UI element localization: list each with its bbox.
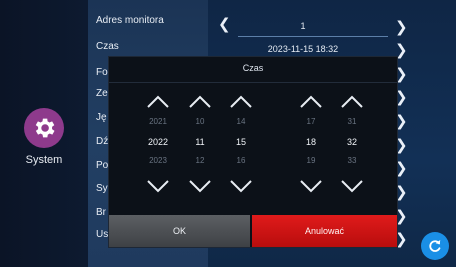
hour-selected[interactable]: 18 xyxy=(294,137,328,147)
cancel-button[interactable]: Anulować xyxy=(252,215,397,247)
menu-item-10[interactable]: Us xyxy=(96,229,108,240)
year-selected[interactable]: 2022 xyxy=(141,137,175,147)
gear-icon xyxy=(35,118,55,138)
chevron-down-icon[interactable] xyxy=(229,179,253,193)
menu-item-8[interactable]: Sy xyxy=(96,183,108,194)
menu-item-4[interactable]: Ze xyxy=(96,88,108,99)
system-label: System xyxy=(25,154,63,166)
refresh-icon xyxy=(429,240,441,252)
ok-button[interactable]: OK xyxy=(109,215,250,247)
chevron-down-icon[interactable] xyxy=(146,179,170,193)
chevron-up-icon[interactable] xyxy=(188,95,212,109)
menu-item-9[interactable]: Br xyxy=(96,207,106,218)
day-next[interactable]: 16 xyxy=(224,156,258,165)
menu-item-5[interactable]: Ję xyxy=(96,112,107,123)
time-picker-dialog: Czas 2021 2022 2023 10 11 12 14 15 16 17 xyxy=(108,56,398,248)
left-panel: System xyxy=(0,0,88,267)
hour-prev[interactable]: 17 xyxy=(294,117,328,126)
chevron-down-icon[interactable] xyxy=(299,179,323,193)
monitor-address-value: 1 xyxy=(300,21,306,31)
chevron-right-icon[interactable]: ❯ xyxy=(395,20,408,35)
value-underline xyxy=(238,36,388,37)
minute-next[interactable]: 33 xyxy=(335,156,369,165)
year-prev[interactable]: 2021 xyxy=(141,117,175,126)
day-selected[interactable]: 15 xyxy=(224,137,258,147)
chevron-down-icon[interactable] xyxy=(340,179,364,193)
menu-item-6[interactable]: Dź xyxy=(96,136,108,147)
month-next[interactable]: 12 xyxy=(183,156,217,165)
menu-item-7[interactable]: Po xyxy=(96,160,108,171)
hour-next[interactable]: 19 xyxy=(294,156,328,165)
menu-item-time[interactable]: Czas xyxy=(96,41,119,52)
month-prev[interactable]: 10 xyxy=(183,117,217,126)
chevron-down-icon[interactable] xyxy=(188,179,212,193)
minute-prev[interactable]: 31 xyxy=(335,117,369,126)
chevron-left-icon[interactable]: ❮ xyxy=(218,17,231,32)
year-next[interactable]: 2023 xyxy=(141,156,175,165)
system-category-button[interactable] xyxy=(24,108,64,148)
minute-selected[interactable]: 32 xyxy=(335,137,369,147)
chevron-up-icon[interactable] xyxy=(146,95,170,109)
refresh-button[interactable] xyxy=(421,232,449,260)
settings-screen: System Adres monitora Czas Fo Ze Ję Dź P… xyxy=(0,0,456,267)
chevron-up-icon[interactable] xyxy=(299,95,323,109)
chevron-up-icon[interactable] xyxy=(229,95,253,109)
menu-item-3[interactable]: Fo xyxy=(96,67,108,78)
chevron-up-icon[interactable] xyxy=(340,95,364,109)
day-prev[interactable]: 14 xyxy=(224,117,258,126)
menu-item-monitor-address[interactable]: Adres monitora xyxy=(96,15,164,26)
time-value[interactable]: 2023-11-15 18:32 xyxy=(248,44,358,54)
month-selected[interactable]: 11 xyxy=(183,137,217,147)
